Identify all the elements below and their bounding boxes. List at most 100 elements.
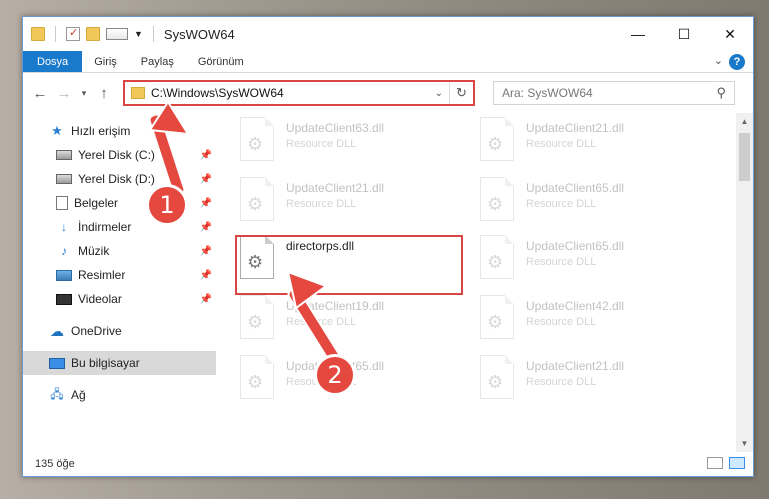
pin-icon[interactable]: 📌 <box>200 246 212 257</box>
tab-share[interactable]: Paylaş <box>129 51 186 72</box>
customize-toolbar-icon[interactable] <box>106 28 128 40</box>
file-name: UpdateClient42.dll <box>526 299 625 313</box>
caption-buttons: — ☐ ✕ <box>615 17 753 51</box>
file-item[interactable]: ⚙ UpdateClient21.dll Resource DLL <box>240 177 468 229</box>
dll-file-icon: ⚙ <box>480 117 514 161</box>
explorer-window: ▼ SysWOW64 — ☐ ✕ Dosya Giriş Paylaş Görü… <box>22 16 754 477</box>
address-path[interactable]: C:\Windows\SysWOW64 <box>151 86 284 100</box>
scroll-up-icon[interactable]: ▲ <box>736 113 753 130</box>
scroll-down-icon[interactable]: ▼ <box>736 435 753 452</box>
chevron-down-icon[interactable]: ⌄ <box>435 88 443 99</box>
file-item[interactable]: ⚙ UpdateClient21.dll Resource DLL <box>480 355 708 407</box>
scrollbar-thumb[interactable] <box>739 133 750 181</box>
dll-file-icon: ⚙ <box>240 117 274 161</box>
sidebar-item-videos[interactable]: Videolar 📌 <box>23 287 216 311</box>
drive-icon <box>56 150 72 160</box>
large-icons-view-icon[interactable] <box>729 457 745 469</box>
folder-icon <box>131 87 145 99</box>
dll-file-icon: ⚙ <box>240 295 274 339</box>
toolbar-divider <box>152 26 154 42</box>
sidebar-item-label: Resimler <box>78 268 126 282</box>
quick-access-toolbar: ▼ <box>31 26 158 42</box>
chevron-down-icon[interactable]: ▼ <box>134 29 143 39</box>
sidebar-item-downloads[interactable]: ↓ İndirmeler 📌 <box>23 215 216 239</box>
dll-file-icon: ⚙ <box>480 295 514 339</box>
file-description: Resource DLL <box>526 316 597 328</box>
vertical-scrollbar[interactable]: ▲ ▼ <box>736 113 753 452</box>
file-item[interactable]: ⚙ UpdateClient19.dll Resource DLL <box>240 295 468 347</box>
forward-arrow-icon[interactable]: → <box>55 84 73 102</box>
computer-icon <box>49 357 65 369</box>
star-icon: ★ <box>51 123 63 138</box>
dll-file-icon: ⚙ <box>480 355 514 399</box>
status-bar: 135 öğe <box>23 452 753 476</box>
new-folder-icon[interactable] <box>86 27 100 41</box>
search-icon[interactable]: ⚲ <box>716 85 726 101</box>
minimize-button[interactable]: — <box>615 17 661 51</box>
refresh-icon[interactable]: ↻ <box>449 82 473 104</box>
up-arrow-icon[interactable]: ↑ <box>95 84 113 102</box>
file-description: Resource DLL <box>526 198 597 210</box>
tab-view[interactable]: Görünüm <box>186 51 256 72</box>
pin-icon[interactable]: 📌 <box>200 222 212 233</box>
dll-file-icon: ⚙ <box>240 177 274 221</box>
music-icon: ♪ <box>61 244 67 258</box>
sidebar-item-onedrive[interactable]: ☁ OneDrive <box>23 319 216 343</box>
file-item[interactable]: ⚙ UpdateClient42.dll Resource DLL <box>480 295 708 347</box>
toolbar-divider <box>55 26 56 42</box>
sidebar-item-network[interactable]: 🖧 Ağ <box>23 383 216 407</box>
step-badge-2: 2 <box>314 354 356 396</box>
download-icon: ↓ <box>61 220 67 234</box>
file-item[interactable]: ⚙ UpdateClient21.dll Resource DLL <box>480 117 708 169</box>
file-item[interactable]: ⚙ UpdateClient65.dll Resource DLL <box>480 235 708 287</box>
pin-icon[interactable]: 📌 <box>200 198 212 209</box>
file-item[interactable]: ⚙ UpdateClient65.dll Resource DLL <box>480 177 708 229</box>
pin-icon[interactable]: 📌 <box>200 294 212 305</box>
step-badge-1: 1 <box>146 184 188 226</box>
navigation-bar: ← → ▾ ↑ C:\Windows\SysWOW64 ⌄ ↻ Ara: Sys… <box>23 73 753 113</box>
sidebar-item-label: İndirmeler <box>78 220 132 234</box>
file-item[interactable]: ⚙ UpdateClient63.dll Resource DLL <box>240 117 468 169</box>
pictures-icon <box>56 269 72 281</box>
file-name: UpdateClient21.dll <box>286 181 385 195</box>
sidebar-item-this-pc[interactable]: Bu bilgisayar <box>23 351 216 375</box>
sidebar-item-music[interactable]: ♪ Müzik 📌 <box>23 239 216 263</box>
tab-file[interactable]: Dosya <box>23 51 83 72</box>
pin-icon[interactable]: 📌 <box>200 150 212 161</box>
sidebar-item-label: Belgeler <box>74 196 119 210</box>
help-icon[interactable]: ? <box>729 54 745 70</box>
documents-icon <box>56 196 68 210</box>
dll-file-icon: ⚙ <box>480 235 514 279</box>
back-arrow-icon[interactable]: ← <box>31 84 49 102</box>
sidebar-item-disk-d[interactable]: Yerel Disk (D:) 📌 <box>23 167 216 191</box>
ribbon-tabs: Dosya Giriş Paylaş Görünüm ⌄ ? <box>23 51 753 73</box>
dll-file-icon: ⚙ <box>480 177 514 221</box>
cloud-icon: ☁ <box>50 322 64 339</box>
file-description: Resource DLL <box>286 198 357 210</box>
expand-ribbon-icon[interactable]: ⌄ <box>714 54 723 67</box>
dll-file-icon: ⚙ <box>240 355 274 399</box>
properties-check-icon[interactable] <box>66 26 80 41</box>
pin-icon[interactable]: 📌 <box>200 270 212 281</box>
sidebar-item-disk-c[interactable]: Yerel Disk (C:) 📌 <box>23 143 216 167</box>
details-view-icon[interactable] <box>707 457 723 469</box>
file-description: Resource DLL <box>526 376 597 388</box>
recent-locations-chevron-icon[interactable]: ▾ <box>79 84 89 102</box>
file-name: UpdateClient21.dll <box>526 359 625 373</box>
annotation-arrowhead-2 <box>286 270 329 310</box>
sidebar-item-label: Müzik <box>78 244 110 258</box>
sidebar-item-pictures[interactable]: Resimler 📌 <box>23 263 216 287</box>
maximize-button[interactable]: ☐ <box>661 17 707 51</box>
tab-home[interactable]: Giriş <box>82 51 129 72</box>
pin-icon[interactable]: 📌 <box>200 174 212 185</box>
videos-icon <box>56 293 72 305</box>
sidebar-item-label: Videolar <box>78 292 122 306</box>
view-toggle <box>707 457 745 469</box>
item-count: 135 öğe <box>35 458 75 470</box>
file-description: Resource DLL <box>286 138 357 150</box>
window-title: SysWOW64 <box>163 26 235 42</box>
close-button[interactable]: ✕ <box>707 17 753 51</box>
search-input[interactable]: Ara: SysWOW64 ⚲ <box>493 81 735 105</box>
